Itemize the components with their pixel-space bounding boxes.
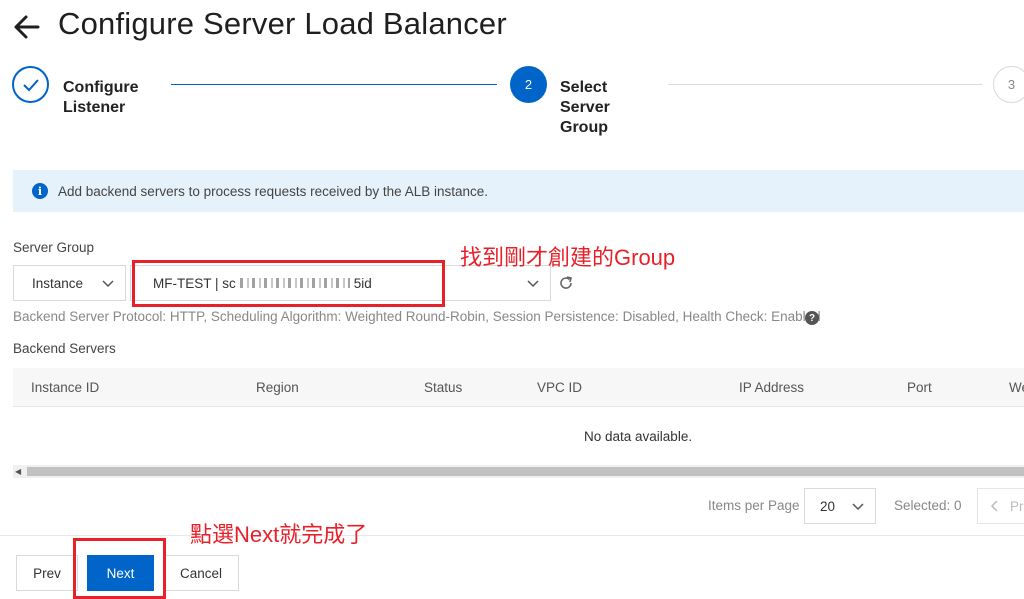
chevron-down-icon — [527, 280, 539, 288]
column-weight: We — [1009, 380, 1024, 395]
backend-servers-label: Backend Servers — [13, 341, 116, 356]
help-icon[interactable]: ? — [805, 311, 819, 325]
annotation-click-next: 點選Next就完成了 — [190, 522, 368, 547]
selected-count: Selected: 0 — [894, 498, 962, 513]
prev-button[interactable]: Prev — [16, 555, 78, 591]
chevron-down-icon — [852, 503, 864, 511]
info-text: Add backend servers to process requests … — [58, 183, 488, 199]
step-connector-1 — [171, 84, 497, 85]
back-arrow-icon[interactable] — [12, 12, 42, 42]
step1-label: Configure Listener — [63, 79, 139, 116]
annotation-find-group: 找到剛才創建的Group — [460, 245, 676, 270]
prev-page-button[interactable]: Pr — [977, 488, 1024, 524]
column-vpc-id: VPC ID — [537, 380, 583, 395]
protocol-description: Backend Server Protocol: HTTP, Schedulin… — [13, 309, 821, 324]
server-group-label: Server Group — [13, 240, 95, 255]
info-banner: i Add backend servers to process request… — [13, 170, 1024, 212]
column-ip-address: IP Address — [739, 380, 805, 395]
annotation-highlight-next — [73, 538, 166, 599]
server-type-select[interactable]: Instance — [13, 265, 126, 301]
column-instance-id: Instance ID — [31, 380, 100, 395]
prev-page-label: Pr — [1010, 498, 1024, 514]
server-type-value: Instance — [32, 275, 84, 291]
column-status: Status — [424, 380, 463, 395]
info-icon: i — [32, 183, 48, 199]
annotation-highlight-group — [132, 260, 445, 307]
table-header: Instance ID Region Status VPC ID IP Addr… — [13, 368, 1024, 407]
scroll-left-icon[interactable]: ◀ — [15, 467, 21, 476]
step-connector-2 — [668, 84, 982, 85]
column-region: Region — [256, 380, 299, 395]
page-title: Configure Server Load Balancer — [58, 6, 507, 41]
refresh-icon[interactable] — [558, 275, 574, 291]
scrollbar-thumb[interactable] — [27, 467, 1024, 476]
items-per-page-label: Items per Page — [708, 498, 800, 513]
horizontal-scrollbar[interactable]: ◀ — [13, 465, 1024, 478]
column-port: Port — [907, 380, 932, 395]
chevron-left-icon — [990, 500, 998, 512]
empty-state: No data available. — [584, 429, 693, 444]
step1-check-icon — [12, 66, 49, 103]
chevron-down-icon — [102, 280, 114, 288]
step2-label: Select Server Group — [560, 79, 610, 136]
page-size-select[interactable]: 20 — [804, 488, 876, 524]
footer-divider — [0, 535, 1024, 536]
step3-number: 3 — [993, 66, 1024, 103]
step2-number: 2 — [510, 66, 547, 103]
page-size-value: 20 — [820, 498, 836, 514]
cancel-button[interactable]: Cancel — [163, 555, 239, 591]
